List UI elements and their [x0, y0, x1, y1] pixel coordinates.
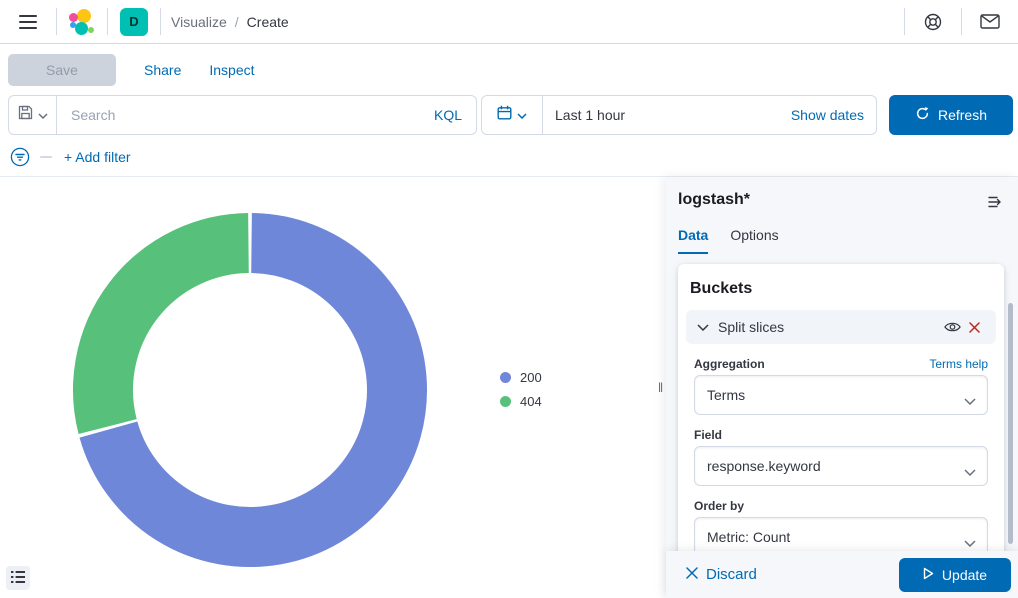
chevron-down-icon	[697, 318, 709, 336]
save-query-icon	[18, 105, 33, 125]
buckets-heading: Buckets	[690, 280, 996, 298]
split-slices-accordion[interactable]: Split slices	[686, 310, 996, 344]
filter-dash	[40, 156, 52, 158]
discard-label: Discard	[706, 566, 757, 583]
header-right	[904, 0, 1018, 43]
panel-scrollbar[interactable]	[1008, 303, 1013, 544]
chevron-down-icon	[517, 106, 527, 124]
bucket-type-label: Split slices	[718, 319, 941, 335]
chevron-down-icon	[964, 534, 976, 550]
breadcrumb-visualize[interactable]: Visualize	[171, 14, 227, 30]
calendar-icon	[497, 105, 512, 125]
search-input[interactable]	[71, 107, 434, 123]
pie-slice-404[interactable]	[103, 243, 248, 427]
legend-toggle-button[interactable]	[6, 566, 30, 590]
mail-section	[962, 0, 1018, 43]
aggregation-select[interactable]: Terms	[694, 375, 988, 415]
top-header: D Visualize / Create	[0, 0, 1018, 44]
menu-section	[0, 0, 56, 43]
update-button[interactable]: Update	[899, 558, 1011, 592]
play-icon	[923, 567, 934, 583]
refresh-icon	[915, 106, 930, 124]
legend-item-200[interactable]: 200	[500, 365, 542, 389]
discard-button[interactable]: Discard	[686, 566, 757, 583]
order-by-group: Order by Metric: Count	[694, 499, 988, 557]
editor-footer: Discard Update	[666, 551, 1018, 598]
legend-dot	[500, 396, 511, 407]
chevron-down-icon	[38, 106, 48, 124]
list-icon	[11, 571, 25, 586]
collapse-panel-icon[interactable]	[984, 191, 1006, 213]
chart-area: 200 404	[0, 177, 655, 598]
chevron-down-icon	[964, 463, 976, 479]
update-label: Update	[942, 567, 987, 583]
search-input-wrap: KQL	[57, 95, 477, 135]
field-select[interactable]: response.keyword	[694, 446, 988, 486]
share-button[interactable]: Share	[144, 62, 181, 78]
space-section: D	[108, 0, 160, 43]
terms-help-link[interactable]: Terms help	[929, 357, 988, 371]
remove-bucket-icon[interactable]	[963, 316, 985, 338]
resize-handle-glyph: ‖	[658, 380, 663, 395]
aggregation-label: Aggregation	[694, 357, 765, 371]
refresh-button[interactable]: Refresh	[889, 95, 1013, 135]
save-button[interactable]: Save	[8, 54, 116, 86]
filter-bar: + Add filter	[0, 137, 1018, 176]
space-badge[interactable]: D	[120, 8, 148, 36]
donut-chart	[0, 177, 655, 598]
inspect-button[interactable]: Inspect	[209, 62, 254, 78]
saved-query-menu-button[interactable]	[8, 95, 57, 135]
order-by-value: Metric: Count	[707, 529, 790, 545]
buckets-card: Buckets Split slices	[678, 264, 1004, 568]
show-dates-link[interactable]: Show dates	[791, 107, 864, 123]
time-range-display[interactable]: Last 1 hour Show dates	[543, 95, 877, 135]
logo-section	[57, 0, 107, 43]
hamburger-menu-icon[interactable]	[12, 6, 44, 38]
help-section	[905, 0, 961, 43]
aggregation-group: Aggregation Terms help Terms	[694, 357, 988, 415]
add-filter-button[interactable]: + Add filter	[64, 149, 131, 165]
refresh-label: Refresh	[938, 107, 987, 123]
elastic-logo-icon[interactable]	[69, 9, 95, 35]
breadcrumb-create: Create	[247, 14, 289, 30]
kibana-visualize-app: D Visualize / Create	[0, 0, 1018, 598]
field-value: response.keyword	[707, 458, 821, 474]
chart-legend: 200 404	[500, 365, 542, 413]
tab-options[interactable]: Options	[730, 227, 778, 254]
query-bar: KQL Last 1 hour Show dates Refresh	[0, 95, 1018, 135]
main-content: 200 404 ‖ logstash* Data Options	[0, 176, 1018, 598]
toggle-visibility-eye-icon[interactable]	[941, 316, 963, 338]
chevron-down-icon	[964, 392, 976, 408]
legend-dot	[500, 372, 511, 383]
order-by-label: Order by	[694, 499, 744, 513]
field-label: Field	[694, 428, 722, 442]
filter-options-icon[interactable]	[8, 145, 32, 169]
legend-label: 200	[520, 370, 542, 385]
breadcrumb: Visualize / Create	[161, 0, 289, 43]
legend-label: 404	[520, 394, 542, 409]
help-lifebuoy-icon[interactable]	[917, 6, 949, 38]
editor-tabs: Data Options	[678, 227, 779, 254]
tab-data[interactable]: Data	[678, 227, 708, 254]
breadcrumb-separator: /	[235, 14, 239, 30]
query-language-switcher[interactable]: KQL	[434, 107, 462, 123]
aggregation-value: Terms	[707, 387, 745, 403]
visualize-toolbar: Save Share Inspect	[0, 44, 1018, 95]
index-pattern-title: logstash*	[678, 191, 750, 209]
date-picker-menu-button[interactable]	[481, 95, 543, 135]
field-group: Field response.keyword	[694, 428, 988, 486]
mail-icon[interactable]	[974, 6, 1006, 38]
panel-resize-handle[interactable]: ‖	[655, 177, 666, 598]
legend-item-404[interactable]: 404	[500, 389, 542, 413]
close-icon	[686, 566, 698, 583]
visualization-editor-panel: logstash* Data Options Buckets Split sli…	[666, 177, 1018, 598]
time-range-value: Last 1 hour	[555, 107, 791, 123]
